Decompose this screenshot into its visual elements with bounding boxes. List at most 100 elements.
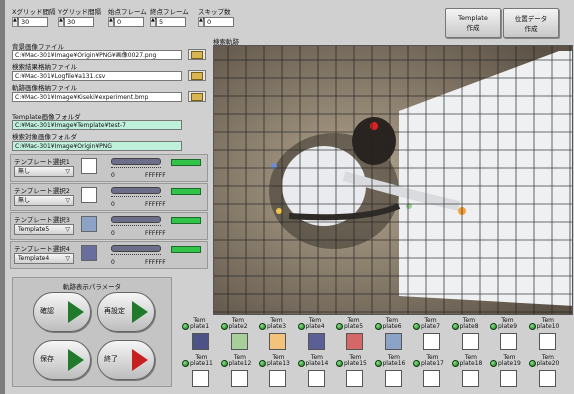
result-file-path[interactable]: C:¥Mac-301¥Logfile¥a131.csv: [12, 71, 182, 81]
template-select-1-color: [81, 158, 97, 174]
skip-count-control: スキップ数 ▲▼ 0: [198, 6, 234, 27]
skip-count-input[interactable]: 0: [204, 17, 234, 27]
search-folder-path[interactable]: C:¥Mac-301¥Image¥Origin¥PNG: [12, 141, 182, 151]
confirm-button[interactable]: 確認: [33, 292, 91, 332]
y-grid-interval-control: Yグリッド間隔 ▲▼ 30: [58, 6, 101, 27]
template-select-3-slider[interactable]: [111, 216, 161, 223]
x-grid-interval-control: Xグリッド間隔 ▲▼ 30: [12, 6, 55, 27]
template-color-swatch: [461, 333, 479, 350]
template-indicator-label: Tem plate9: [498, 317, 518, 330]
template-indicator-label: Tem plate5: [344, 317, 364, 330]
track-params-panel: 軌跡表示パラメータ 確認 再設定 保存 終了: [12, 277, 172, 387]
template-indicator-label: Tem plate4: [305, 317, 325, 330]
template-select-2-color: [81, 187, 97, 203]
template-indicator-label: Tem plate10: [536, 317, 560, 330]
led-icon: [374, 323, 382, 330]
reset-button[interactable]: 再設定: [97, 292, 155, 332]
template-select-1-label: テンプレート選択1: [14, 158, 70, 166]
track-image-file-label: 軌跡画像格納ファイル: [12, 84, 77, 92]
status-indicator: [171, 188, 201, 195]
save-button-label: 保存: [40, 355, 54, 363]
play-icon: [132, 301, 148, 323]
slider-min: 0: [111, 201, 115, 208]
template-select-1-slider[interactable]: [111, 158, 161, 165]
bg-image-file-path[interactable]: C:¥Mac-301¥Image¥Origin¥PNG¥画像0027.png: [12, 50, 182, 60]
template-select-4-label: テンプレート選択4: [14, 245, 70, 253]
bg-browse-button[interactable]: [188, 49, 206, 60]
template-color-swatch: [500, 370, 517, 387]
template-select-1-dropdown[interactable]: 無し ▽: [14, 166, 74, 177]
end-frame-input[interactable]: 5: [156, 17, 186, 27]
template-color-swatch: [384, 333, 402, 350]
folder-icon: [191, 92, 203, 101]
result-browse-button[interactable]: [188, 70, 206, 81]
track-browse-button[interactable]: [188, 91, 206, 102]
template-select-4-dropdown[interactable]: Template4 ▽: [14, 253, 74, 264]
track-image-file-path[interactable]: C:¥Mac-301¥Image¥Kiseki¥experiment.bmp: [12, 92, 182, 102]
template-indicator-label: Tem plate7: [421, 317, 441, 330]
led-icon: [528, 323, 536, 330]
led-icon: [182, 360, 189, 367]
position-data-create-button[interactable]: 位置データ 作成: [503, 8, 559, 38]
template-indicator-label: Tem plate2: [228, 317, 248, 330]
confirm-button-label: 確認: [40, 307, 54, 315]
template-select-3-dropdown[interactable]: Template5 ▽: [14, 224, 74, 235]
led-icon: [490, 360, 497, 367]
status-indicator: [171, 159, 201, 166]
template-select-1-value: 無し: [18, 168, 31, 175]
led-icon: [297, 360, 305, 367]
search-track-image[interactable]: [213, 45, 573, 315]
stop-icon: [132, 349, 148, 371]
y-grid-interval-label: Yグリッド間隔: [58, 8, 101, 16]
led-icon: [336, 323, 343, 330]
led-icon: [336, 360, 343, 367]
led-icon: [259, 323, 266, 330]
start-frame-input[interactable]: 0: [114, 17, 144, 27]
template-select-1: テンプレート選択1 無し ▽ 0 FFFFFF: [10, 154, 208, 182]
template-color-swatch: [269, 370, 286, 387]
save-button[interactable]: 保存: [33, 340, 91, 380]
led-icon: [374, 360, 382, 367]
chevron-down-icon: ▽: [65, 197, 70, 204]
led-icon: [451, 360, 459, 367]
x-grid-interval-input[interactable]: 30: [18, 17, 48, 27]
template-create-label: Template 作成: [458, 14, 488, 32]
template-select-3-value: Template5: [18, 226, 50, 233]
template-select-4-slider[interactable]: [111, 245, 161, 252]
template-select-3-color: [81, 216, 97, 232]
template-select-2-value: 無し: [18, 197, 31, 204]
play-icon: [68, 349, 84, 371]
template-select-2-label: テンプレート選択2: [14, 187, 70, 195]
exit-button[interactable]: 終了: [97, 340, 155, 380]
app-window: Xグリッド間隔 ▲▼ 30 Yグリッド間隔 ▲▼ 30 始点フレーム ▲▼ 0 終点フ…: [0, 0, 574, 394]
exit-button-label: 終了: [104, 355, 118, 363]
x-grid-interval-label: Xグリッド間隔: [12, 8, 56, 16]
template-indicator-label: Tem plate8: [459, 317, 479, 330]
template-create-button[interactable]: Template 作成: [445, 8, 501, 38]
template-color-swatch: [538, 370, 556, 387]
template-color-swatch: [500, 333, 517, 350]
skip-count-label: スキップ数: [198, 8, 231, 16]
template-indicator-label: Tem plate16: [382, 354, 406, 367]
slider-max: FFFFFF: [145, 259, 166, 266]
template-color-swatch: [384, 370, 402, 387]
template-folder-path[interactable]: C:¥Mac-301¥Image¥Template¥test-7: [12, 120, 182, 130]
template-color-swatch: [461, 370, 479, 387]
template-color-swatch: [307, 370, 325, 387]
template-indicator-label: Tem plate15: [344, 354, 367, 367]
led-icon: [413, 323, 420, 330]
y-grid-interval-input[interactable]: 30: [64, 17, 94, 27]
template-select-2-slider[interactable]: [111, 187, 161, 194]
led-icon: [182, 323, 189, 330]
template-select-2-dropdown[interactable]: 無し ▽: [14, 195, 74, 206]
template-select-4-value: Template4: [18, 255, 50, 262]
led-icon: [528, 360, 536, 367]
led-icon: [297, 323, 305, 330]
template-color-swatch: [269, 333, 286, 350]
template-color-swatch: [230, 333, 248, 350]
start-frame-label: 始点フレーム: [108, 8, 147, 16]
result-file-label: 検索結果格納ファイル: [12, 63, 77, 71]
template-color-swatch: [230, 370, 248, 387]
template-select-2: テンプレート選択2 無し ▽ 0 FFFFFF: [10, 183, 208, 211]
end-frame-control: 終点フレーム ▲▼ 5: [150, 6, 189, 27]
